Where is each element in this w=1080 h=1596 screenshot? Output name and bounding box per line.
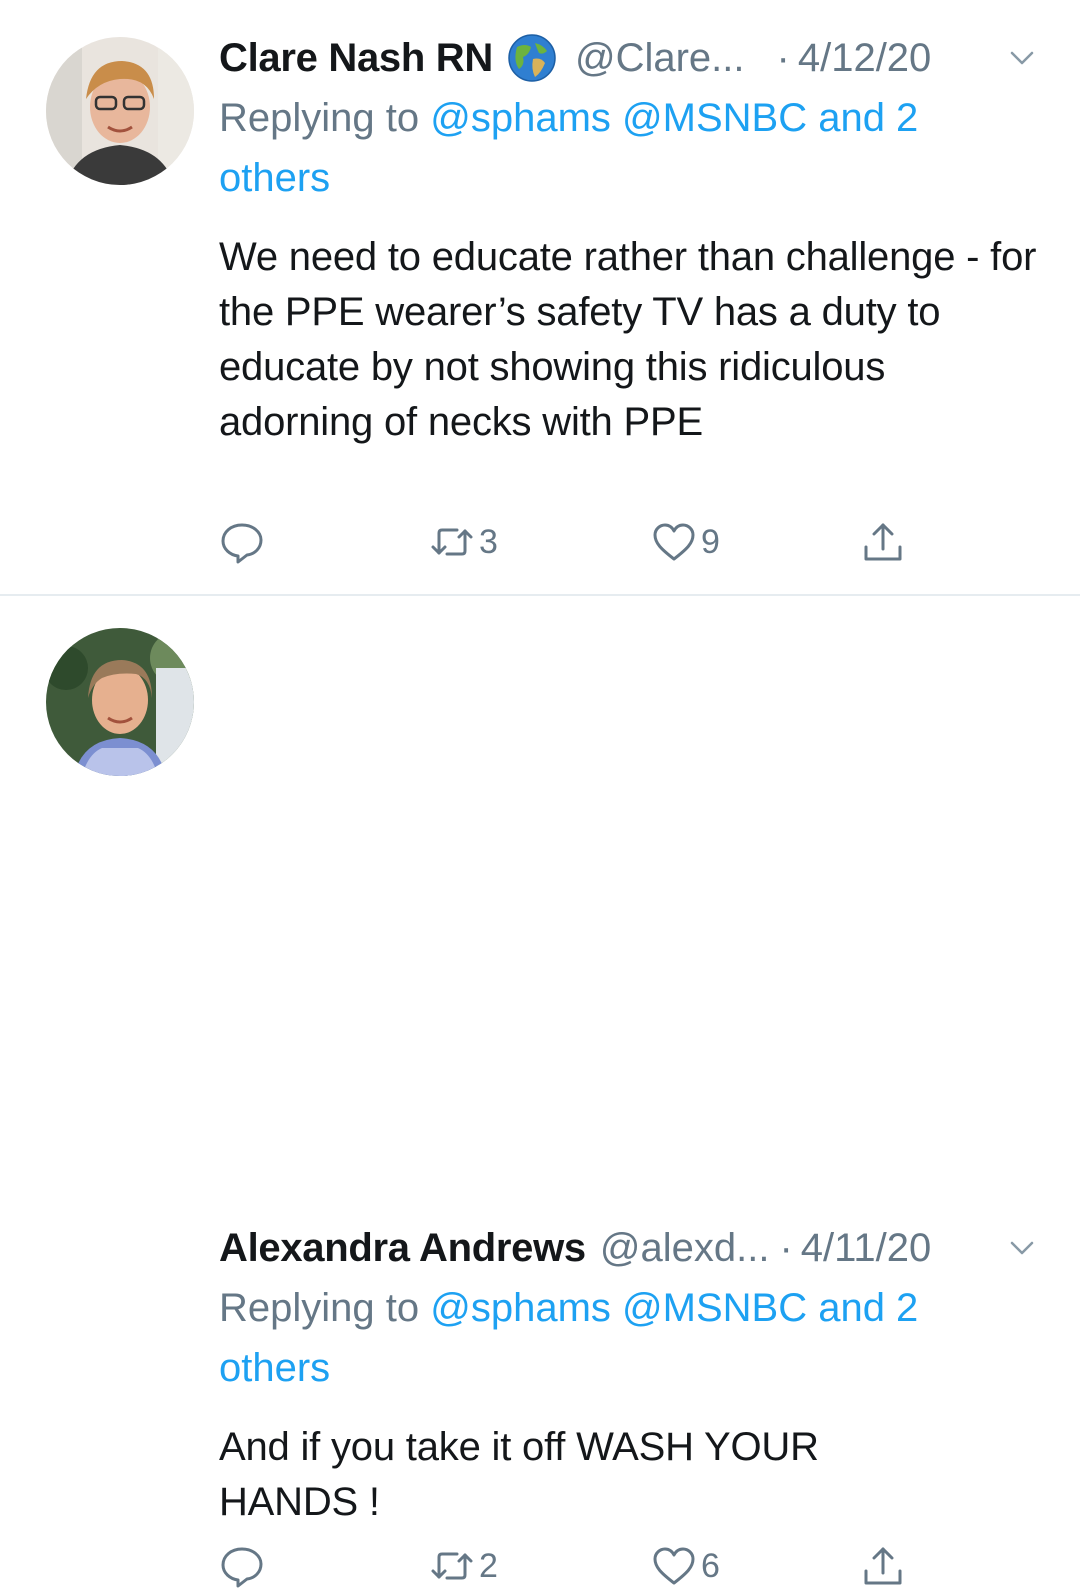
tweet-content: Alexandra Andrews @alexd... · 4/11/20 Re… [219,1222,1040,1530]
share-button[interactable] [860,1536,906,1596]
timestamp[interactable]: 4/11/20 [801,1226,932,1271]
reply-icon [221,1547,263,1588]
heart-icon [653,1547,695,1585]
action-bar: 2 6 [219,1536,919,1596]
like-count: 6 [701,1546,720,1585]
separator: · [779,1225,793,1270]
retweet-count: 2 [479,1546,498,1585]
tweet[interactable]: Alexandra Andrews @alexd... · 4/11/20 Re… [0,596,1080,1588]
retweet-button[interactable]: 2 [429,1536,498,1596]
globe-icon [507,33,557,83]
tweet[interactable]: Clare Nash RN @Clare... · 4/12/20 Replyi… [0,0,1080,596]
retweet-icon [431,528,473,556]
heart-icon [653,523,695,561]
chevron-down-icon[interactable] [1004,40,1040,76]
tweet-header: Alexandra Andrews @alexd... · 4/11/20 [219,1222,1040,1274]
chevron-down-icon[interactable] [1004,1230,1040,1266]
action-bar: 3 9 [219,512,919,572]
replying-to: Replying to @sphams @MSNBC and 2 others [219,88,979,208]
like-count: 9 [701,522,720,561]
tweet-text: And if you take it off WASH YOUR HANDS ! [219,1425,819,1524]
replying-prefix: Replying to [219,96,420,140]
display-name[interactable]: Alexandra Andrews [219,1226,586,1271]
timestamp[interactable]: 4/12/20 [798,36,931,81]
share-icon [864,1547,902,1585]
reply-icon [221,523,263,564]
tweet-content: Clare Nash RN @Clare... · 4/12/20 Replyi… [219,32,1040,450]
avatar[interactable] [46,37,194,185]
handle[interactable]: @alexd... [600,1226,770,1271]
retweet-count: 3 [479,522,498,561]
share-icon [864,523,902,561]
handle[interactable]: @Clare... [575,36,745,81]
share-button[interactable] [860,512,906,572]
avatar-image [46,37,194,185]
like-button[interactable]: 6 [651,1536,720,1596]
retweet-icon [431,1552,473,1580]
avatar[interactable] [46,628,194,776]
reply-button[interactable] [219,1536,265,1596]
display-name[interactable]: Clare Nash RN [219,36,493,81]
like-button[interactable]: 9 [651,512,720,572]
tweet-text: We need to educate rather than challenge… [219,235,1037,444]
avatar-image [46,628,194,776]
tweet-header: Clare Nash RN @Clare... · 4/12/20 [219,32,1040,84]
replying-to: Replying to @sphams @MSNBC and 2 others [219,1278,979,1398]
separator: · [776,35,790,80]
retweet-button[interactable]: 3 [429,512,498,572]
replying-prefix: Replying to [219,1286,420,1330]
reply-button[interactable] [219,512,265,572]
